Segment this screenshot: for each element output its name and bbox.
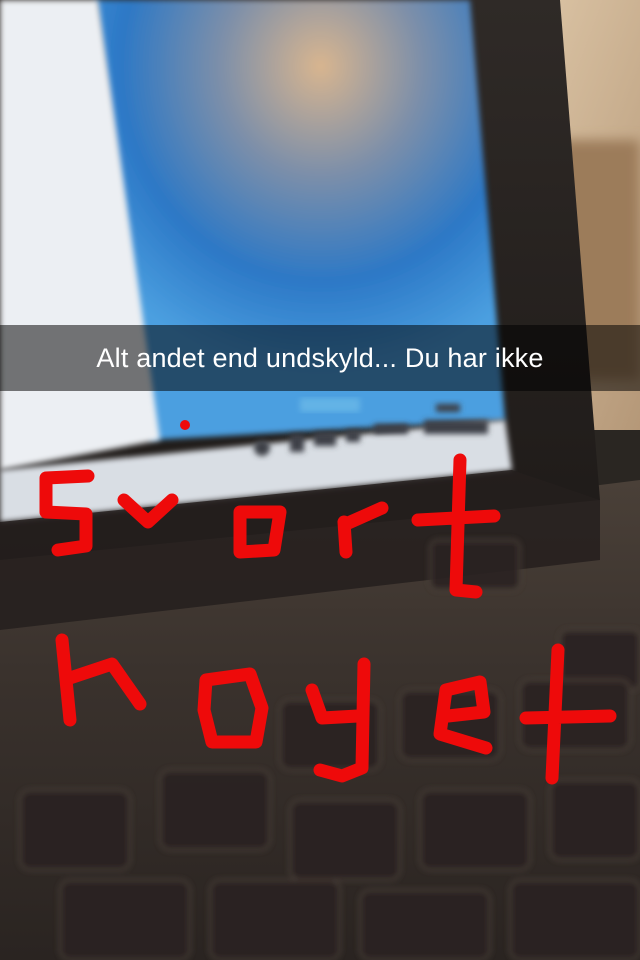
drawing-word-2-text: noget <box>0 0 3 1</box>
drawing-word-1-text: gjort <box>0 0 3 1</box>
drawing-dot <box>180 420 190 430</box>
drawing-word-2: noget <box>0 0 617 785</box>
handwritten-drawing: gjort noget <box>0 0 617 785</box>
drawing-word-1: gjort <box>0 0 501 599</box>
snap-viewer[interactable]: Alt andet end undskyld... Du har ikke gj… <box>0 0 640 960</box>
